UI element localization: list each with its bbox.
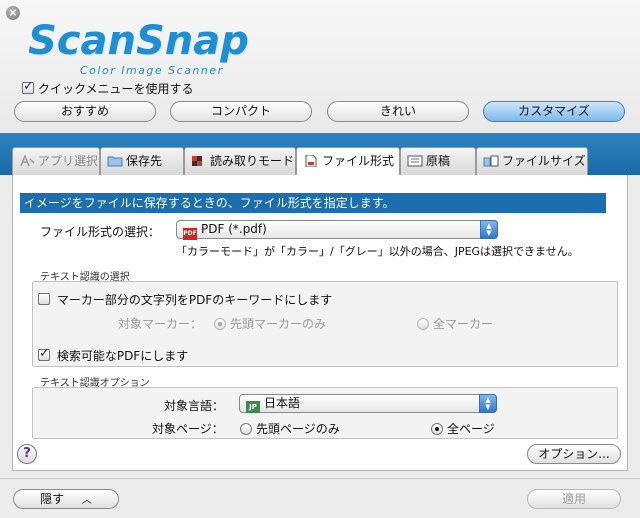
- marker-keyword-checkbox[interactable]: マーカー部分の文字列をPDFのキーワードにします: [38, 291, 332, 308]
- logo-sub-text: Color Image Scanner: [80, 64, 224, 77]
- file-format-icon: [303, 150, 319, 168]
- scansnap-settings-window: × ScanSnap Color Image Scanner クイックメニューを…: [0, 0, 640, 518]
- mode-button-compact[interactable]: コンパクト: [170, 101, 312, 122]
- file-format-value: PDF (*.pdf): [201, 222, 267, 236]
- file-format-select[interactable]: PDF PDF (*.pdf) ▲ ▼: [176, 220, 498, 240]
- searchable-pdf-checkbox[interactable]: 検索可能なPDFにします: [38, 346, 189, 364]
- pages-label: 対象ページ：: [152, 422, 224, 436]
- tab-document[interactable]: 原稿: [400, 147, 476, 175]
- all-marker-radio[interactable]: 全マーカー: [417, 315, 493, 332]
- mode-button-customize[interactable]: カスタマイズ: [483, 101, 625, 122]
- hide-button-label: 隠す: [40, 492, 65, 506]
- tab-app-select[interactable]: アプリ選択: [12, 147, 100, 175]
- language-value: 日本語: [264, 396, 301, 410]
- file-size-icon: [483, 150, 499, 167]
- tab-scan-mode-label: 読み取りモード: [210, 154, 295, 168]
- searchable-pdf-check-icon[interactable]: [38, 346, 50, 361]
- searchable-pdf-label: 検索可能なPDFにします: [56, 349, 189, 363]
- quick-menu-check-icon[interactable]: [22, 79, 34, 94]
- chevron-up-icon: ︿: [81, 495, 92, 506]
- tab-save-location[interactable]: 保存先: [100, 147, 184, 175]
- all-marker-label: 全マーカー: [433, 317, 494, 331]
- apply-button[interactable]: 適用: [527, 489, 621, 509]
- mode-button-fine[interactable]: きれい: [327, 101, 469, 122]
- first-marker-label: 先頭マーカーのみ: [230, 317, 327, 331]
- scan-mode-icon: [191, 150, 207, 166]
- first-page-label: 先頭ページのみ: [256, 422, 340, 436]
- help-icon: ?: [23, 446, 31, 461]
- hide-button[interactable]: 隠す ︿: [13, 489, 119, 509]
- language-select[interactable]: JP 日本語 ▲ ▼: [239, 394, 497, 413]
- page-heading: イメージをファイルに保存するときの、ファイル形式を指定します。: [20, 193, 606, 213]
- tab-file-format-label: ファイル形式: [322, 154, 395, 168]
- all-pages-radio-icon[interactable]: [431, 423, 443, 435]
- app-select-icon: [19, 150, 35, 167]
- language-label: 対象言語：: [164, 399, 225, 413]
- tab-scan-mode[interactable]: 読み取りモード: [184, 147, 296, 175]
- first-marker-radio-icon[interactable]: [214, 318, 226, 330]
- all-marker-radio-icon[interactable]: [417, 318, 429, 330]
- first-page-radio[interactable]: 先頭ページのみ: [240, 420, 340, 437]
- marker-keyword-label: マーカー部分の文字列をPDFのキーワードにします: [56, 293, 333, 307]
- target-marker-label: 対象マーカー：: [118, 317, 203, 331]
- language-flag-icon: JP: [246, 401, 260, 413]
- close-icon: ×: [8, 6, 18, 19]
- all-pages-radio[interactable]: 全ページ: [431, 420, 495, 437]
- tab-file-size-label: ファイルサイズ: [502, 154, 586, 168]
- file-format-label: ファイル形式の選択：: [40, 225, 161, 239]
- select-arrows-icon: ▲ ▼: [480, 220, 498, 239]
- first-page-radio-icon[interactable]: [240, 423, 252, 435]
- close-button[interactable]: ×: [6, 6, 20, 20]
- footer-separator: [0, 478, 640, 479]
- first-marker-radio[interactable]: 先頭マーカーのみ: [214, 315, 326, 332]
- help-button[interactable]: ?: [17, 444, 37, 464]
- logo-main-text: ScanSnap: [28, 18, 249, 64]
- tab-app-select-label: アプリ選択: [38, 154, 99, 168]
- mode-button-recommended[interactable]: おすすめ: [14, 101, 156, 122]
- file-format-note: 「カラーモード」が「カラー」/「グレー」以外の場合、JPEGは選択できません。: [176, 245, 579, 258]
- pdf-icon: PDF: [183, 228, 197, 240]
- tab-document-label: 原稿: [426, 154, 451, 168]
- tab-file-format[interactable]: ファイル形式: [296, 147, 400, 176]
- document-icon: [407, 150, 423, 167]
- language-select-arrows-icon: ▲ ▼: [479, 394, 497, 413]
- all-pages-label: 全ページ: [447, 422, 495, 436]
- folder-icon: [107, 150, 123, 167]
- scansnap-logo: ScanSnap Color Image Scanner: [28, 18, 318, 80]
- tab-save-location-label: 保存先: [126, 154, 163, 168]
- options-button[interactable]: オプション...: [527, 444, 621, 464]
- marker-keyword-check-icon[interactable]: [38, 293, 50, 305]
- quick-menu-label: クイックメニューを使用する: [38, 82, 194, 96]
- quick-menu-checkbox[interactable]: クイックメニューを使用する: [22, 79, 194, 97]
- tab-file-size[interactable]: ファイルサイズ: [476, 147, 588, 175]
- header: × ScanSnap Color Image Scanner クイックメニューを…: [0, 0, 640, 133]
